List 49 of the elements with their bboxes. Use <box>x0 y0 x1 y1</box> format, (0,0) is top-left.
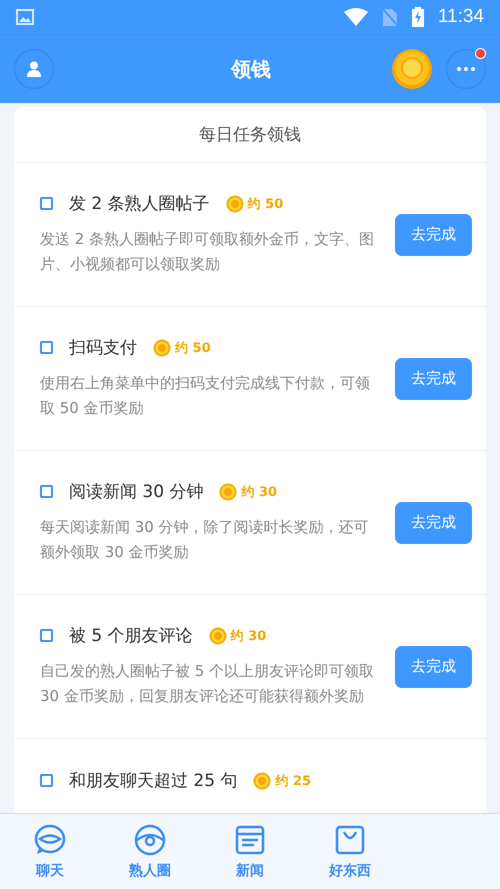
task-title: 被 5 个朋友评论 <box>69 625 193 647</box>
reward-amount: 约 30 <box>241 484 278 500</box>
coin-button[interactable] <box>392 49 432 89</box>
complete-button[interactable]: 去完成 <box>395 502 472 544</box>
battery-charging-icon <box>412 7 424 27</box>
nav-tab[interactable]: 熟人圈 <box>100 814 200 889</box>
card-title: 每日任务领钱 <box>199 124 301 146</box>
status-time: 11:34 <box>438 6 484 28</box>
complete-button[interactable]: 去完成 <box>395 214 472 256</box>
checkbox[interactable] <box>40 341 53 354</box>
checkbox[interactable] <box>40 774 53 787</box>
task-description: 发送 2 条熟人圈帖子即可领取额外金币，文字、图片、小视频都可以领取奖励 <box>40 229 375 275</box>
chat-bubble-icon <box>34 824 66 856</box>
checkbox[interactable] <box>40 629 53 642</box>
checkbox[interactable] <box>40 485 53 498</box>
nav-tab[interactable]: 聊天 <box>0 814 100 889</box>
ring-icon <box>134 824 166 856</box>
reward-amount: 约 30 <box>230 628 266 644</box>
task-title: 和朋友聊天超过 25 句 <box>69 770 238 792</box>
bag-icon <box>334 824 366 856</box>
more-icon <box>457 67 475 71</box>
reward-amount: 约 25 <box>275 772 312 790</box>
nav-tab[interactable]: 新闻 <box>200 814 300 889</box>
no-sim-icon <box>382 7 398 27</box>
reward-amount: 约 50 <box>248 196 284 212</box>
more-button[interactable] <box>446 49 486 89</box>
coin-icon <box>219 482 238 500</box>
page-title: 领钱 <box>230 56 272 82</box>
wifi-icon <box>344 8 368 26</box>
task-title: 阅读新闻 30 分钟 <box>69 481 204 503</box>
image-icon <box>16 9 34 25</box>
nav-tab[interactable]: 好东西 <box>300 814 400 889</box>
coin-icon <box>153 338 171 356</box>
coin-icon <box>226 194 244 212</box>
complete-button[interactable]: 去完成 <box>395 646 472 688</box>
person-icon <box>27 61 41 77</box>
task-title: 发 2 条熟人圈帖子 <box>69 193 210 215</box>
profile-button[interactable] <box>14 49 54 89</box>
coin-icon <box>208 626 227 644</box>
task-description: 自己发的熟人圈帖子被 5 个以上朋友评论即可领取 30 金币奖励，回复朋友评论还可能获得额外奖励 <box>40 661 375 707</box>
checkbox[interactable] <box>40 197 53 210</box>
complete-button[interactable]: 去完成 <box>395 358 472 400</box>
newspaper-icon <box>234 824 266 856</box>
task-description: 使用右上角菜单中的扫码支付完成线下付款，可领取 50 金币奖励 <box>40 373 371 419</box>
coin-icon <box>253 772 272 790</box>
task-description: 每天阅读新闻 30 分钟，除了阅读时长奖励，还可额外领取 30 金币奖励 <box>40 517 370 563</box>
reward-amount: 约 50 <box>175 340 211 356</box>
task-title: 扫码支付 <box>69 337 137 359</box>
coin-icon <box>392 49 432 89</box>
